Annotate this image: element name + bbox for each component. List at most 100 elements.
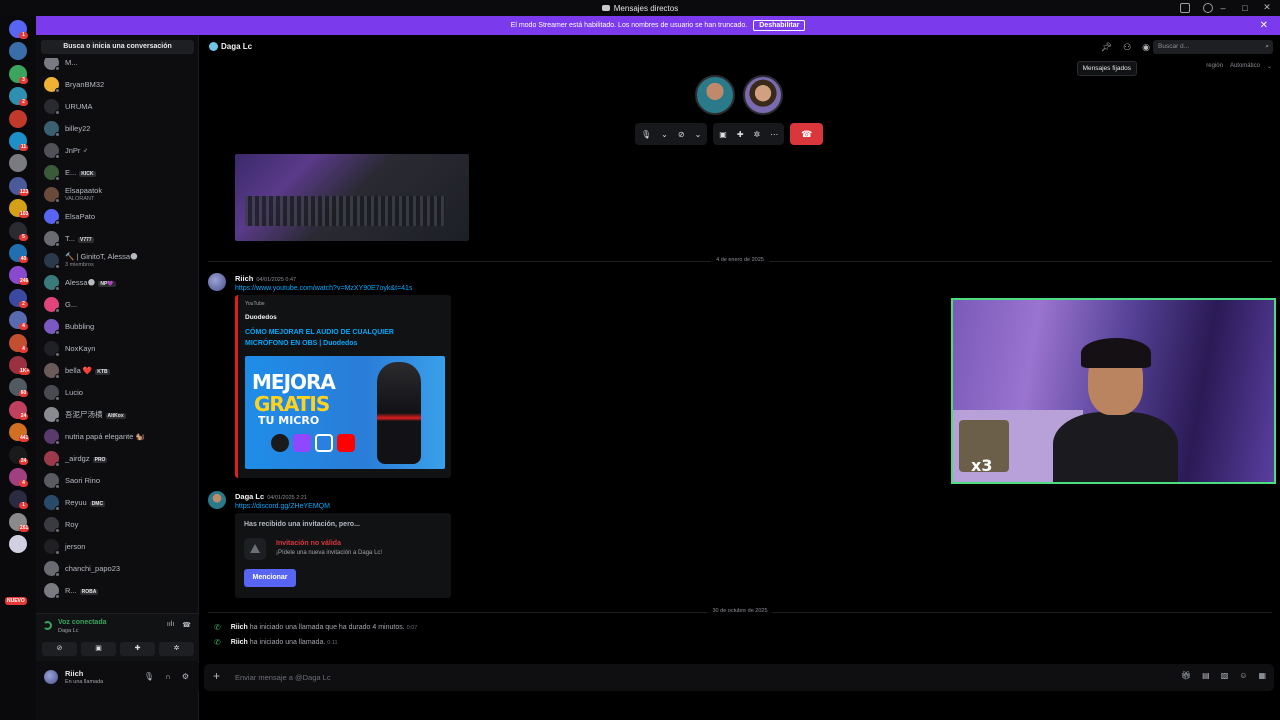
mention-button[interactable]: Mencionar (244, 569, 296, 587)
message-avatar[interactable] (208, 273, 226, 291)
apps-icon[interactable]: ▦ (1258, 671, 1266, 680)
dm-item[interactable]: G... (44, 294, 194, 314)
region-selector[interactable]: región Automático ⌄ (1206, 63, 1272, 70)
share-screen-button[interactable]: ▣ (81, 642, 116, 656)
dm-search-button[interactable]: Busca o inicia una conversación (41, 40, 194, 54)
dm-name: URUMA (65, 101, 93, 111)
dm-item[interactable]: E... KICK (44, 162, 194, 182)
chevron-down-icon[interactable]: ⌄ (661, 130, 668, 139)
dm-item[interactable]: _airdgz PRO (44, 448, 194, 468)
video-thumbnail[interactable]: MEJORA GRATIS TU MICRO (245, 356, 445, 469)
dm-item[interactable]: Saori Rino (44, 470, 194, 490)
message-author[interactable]: Riich 04/01/2025 0:47 (235, 274, 296, 283)
noise-suppression-icon[interactable]: ıılı (167, 621, 174, 629)
dm-item[interactable]: T... V777 (44, 228, 194, 248)
message-link[interactable]: https://discord.gg/ZHeYEMQM (235, 503, 330, 510)
participant-avatar[interactable] (695, 75, 735, 115)
embed-title[interactable]: CÓMO MEJORAR EL AUDIO DE CUALQUIER MICRÓ… (245, 327, 435, 349)
call-log-author[interactable]: Riich (231, 624, 248, 631)
emoji-icon[interactable]: ☺ (1239, 671, 1247, 680)
call-log-text: Riich ha iniciado una llamada. 0:11 (231, 639, 338, 646)
recipient-name[interactable]: Daga Lc (221, 42, 252, 51)
server-icon[interactable] (9, 42, 27, 61)
gif-icon[interactable]: ▤ (1202, 671, 1210, 680)
disable-streamer-button[interactable]: Deshabilitar (753, 20, 806, 31)
activities-icon[interactable]: ✚ (737, 130, 744, 139)
headphones-icon[interactable]: ∩ (165, 672, 171, 681)
dm-item[interactable]: Alessa🌑 NP💜 (44, 272, 194, 292)
dm-item[interactable]: M... (44, 58, 194, 72)
dm-item[interactable]: BryanBM32 (44, 74, 194, 94)
voice-channel[interactable]: Daga Lc (58, 628, 79, 634)
dm-item[interactable]: Reyuu DMC (44, 492, 194, 512)
chevron-down-icon[interactable]: ⌄ (695, 130, 702, 139)
settings-gear-icon[interactable]: ⚙ (182, 672, 189, 681)
invite-subtitle: ¡Pídele una nueva invitación a Daga Lc! (276, 550, 383, 556)
message-avatar[interactable] (208, 491, 226, 509)
maximize-icon[interactable]: □ (1240, 3, 1250, 13)
dm-item[interactable]: R... ROBA (44, 580, 194, 600)
message-author-name[interactable]: Daga Lc (235, 492, 264, 501)
server-icon[interactable] (9, 109, 27, 128)
message-author[interactable]: Daga Lc 04/01/2025 2:21 (235, 492, 307, 501)
dm-name-line: BryanBM32 (65, 80, 104, 89)
server-icon[interactable] (9, 154, 27, 173)
dm-item[interactable]: Lucio (44, 382, 194, 402)
share-screen-icon[interactable]: ▣ (719, 130, 727, 139)
dm-item[interactable]: Roy (44, 514, 194, 534)
message-link[interactable]: https://www.youtube.com/watch?v=MzXY90E7… (235, 285, 412, 292)
dm-item[interactable]: jerson (44, 536, 194, 556)
dm-item[interactable]: NoxKayn (44, 338, 194, 358)
server-mention-badge: 4 (19, 480, 28, 487)
help-icon[interactable] (1203, 3, 1213, 13)
more-options-icon[interactable]: ⋯ (770, 130, 778, 139)
camera-off-icon[interactable]: ⊘ (678, 130, 685, 139)
sticker-icon[interactable]: ▨ (1221, 671, 1229, 680)
user-profile-icon[interactable]: ◉ (1142, 42, 1150, 53)
server-icon[interactable] (9, 535, 27, 554)
invalid-invite-icon (244, 538, 266, 560)
dm-item[interactable]: chanchi_papo23 (44, 558, 194, 578)
participant-avatar[interactable] (743, 75, 783, 115)
call-log-author[interactable]: Riich (231, 639, 248, 646)
gift-icon[interactable]: 🎁︎ (1181, 671, 1191, 680)
soundboard-button[interactable]: ✲ (159, 642, 194, 656)
add-friend-icon[interactable]: ⚇ (1123, 42, 1131, 53)
hang-up-button[interactable]: ☎ (790, 123, 824, 145)
search-input[interactable]: Buscar d... ⌕ (1153, 40, 1273, 54)
dm-item[interactable]: Bubbling (44, 316, 194, 336)
disconnect-icon[interactable]: ☎ (182, 621, 191, 629)
dm-name: chanchi_papo23 (65, 563, 121, 573)
user-avatar[interactable] (44, 670, 58, 684)
presence-indicator (55, 263, 60, 269)
dm-text: Lucio (65, 388, 83, 397)
message-author-name[interactable]: Riich (235, 274, 253, 283)
dm-item[interactable]: bella ❤️ KTB (44, 360, 194, 380)
close-banner-icon[interactable]: ✕ (1260, 20, 1268, 31)
dm-item[interactable]: Elsapaatok VALORANT (44, 184, 194, 204)
dm-item[interactable]: ElsaPato (44, 206, 194, 226)
activities-button[interactable]: ✚ (120, 642, 155, 656)
dm-item[interactable]: URUMA (44, 96, 194, 116)
pin-icon[interactable]: 📌︎ (1101, 42, 1112, 53)
close-window-icon[interactable]: ✕ (1262, 2, 1272, 13)
inbox-icon[interactable] (1180, 3, 1190, 13)
embed-author[interactable]: Duodedos (245, 314, 277, 321)
dm-item[interactable]: billey22 (44, 118, 194, 138)
composer-placeholder: Enviar mensaje a @Daga Lc (235, 673, 331, 682)
microphone-icon[interactable]: 🎙︎ (641, 130, 651, 139)
microphone-icon[interactable]: 🎙︎ (144, 672, 154, 681)
presence-indicator (55, 241, 60, 247)
dm-name-line: billey22 (65, 124, 90, 133)
add-attachment-icon[interactable]: + (213, 669, 220, 683)
camera-off-button[interactable]: ⊘ (42, 642, 77, 656)
dm-item[interactable]: 吾泥尸汤横 AltKox (44, 404, 194, 424)
dm-item[interactable]: nutria papá elegante 🐿️ (44, 426, 194, 446)
dm-item[interactable]: 🔨 | GinitoT, Alessa🌑 3 miembros (44, 250, 194, 270)
message-composer[interactable]: + Enviar mensaje a @Daga Lc 🎁︎ ▤ ▨ ☺ ▦ (204, 664, 1274, 691)
dm-name: JnPr ♂ (65, 145, 89, 155)
minimize-icon[interactable]: – (1218, 3, 1228, 13)
attachment-image[interactable] (235, 154, 469, 241)
dm-item[interactable]: JnPr ♂ (44, 140, 194, 160)
soundboard-icon[interactable]: ✲ (754, 130, 761, 139)
